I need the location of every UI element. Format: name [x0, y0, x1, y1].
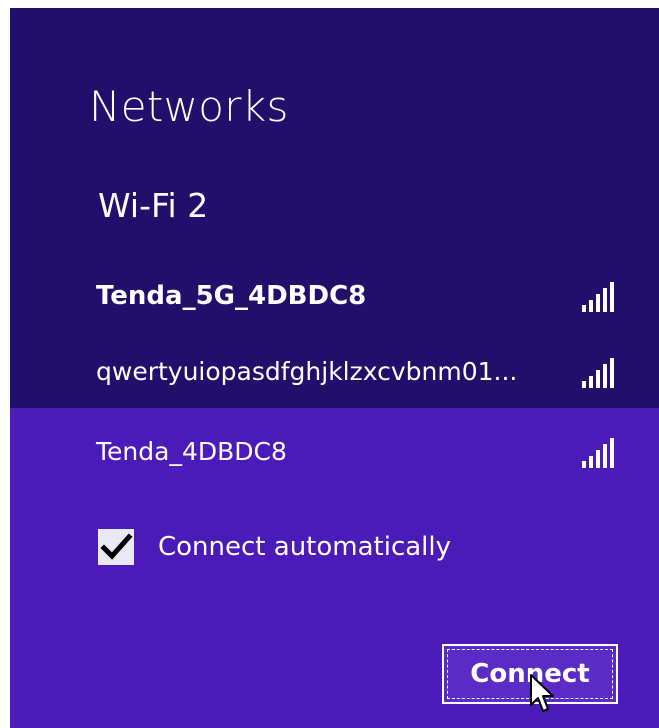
wifi-signal-bars-icon — [582, 436, 622, 468]
wifi-signal-bars-icon — [582, 280, 622, 312]
networks-flyout: Networks Wi-Fi 2 Tenda_5G_4DBDC8 qwertyu… — [10, 8, 659, 728]
network-item-qwerty[interactable]: qwertyuiopasdfghjklzxcvbnm01... — [10, 342, 659, 402]
network-ssid: Tenda_4DBDC8 — [96, 437, 287, 466]
network-item-tenda-5g[interactable]: Tenda_5G_4DBDC8 — [10, 266, 659, 326]
panel-title: Networks — [89, 82, 289, 131]
adapter-name: Wi-Fi 2 — [98, 186, 209, 225]
selected-network-panel[interactable]: Tenda_4DBDC8 Connect automatically Conne… — [10, 408, 659, 728]
connect-automatically-label: Connect automatically — [158, 532, 452, 562]
checkmark-icon — [100, 533, 133, 560]
wifi-signal-bars-icon — [582, 356, 622, 388]
network-item-tenda[interactable]: Tenda_4DBDC8 — [10, 422, 659, 482]
network-ssid: Tenda_5G_4DBDC8 — [96, 281, 367, 311]
network-ssid: qwertyuiopasdfghjklzxcvbnm01... — [96, 357, 518, 386]
connect-automatically-checkbox[interactable] — [98, 529, 134, 565]
mouse-pointer-icon — [530, 674, 554, 712]
